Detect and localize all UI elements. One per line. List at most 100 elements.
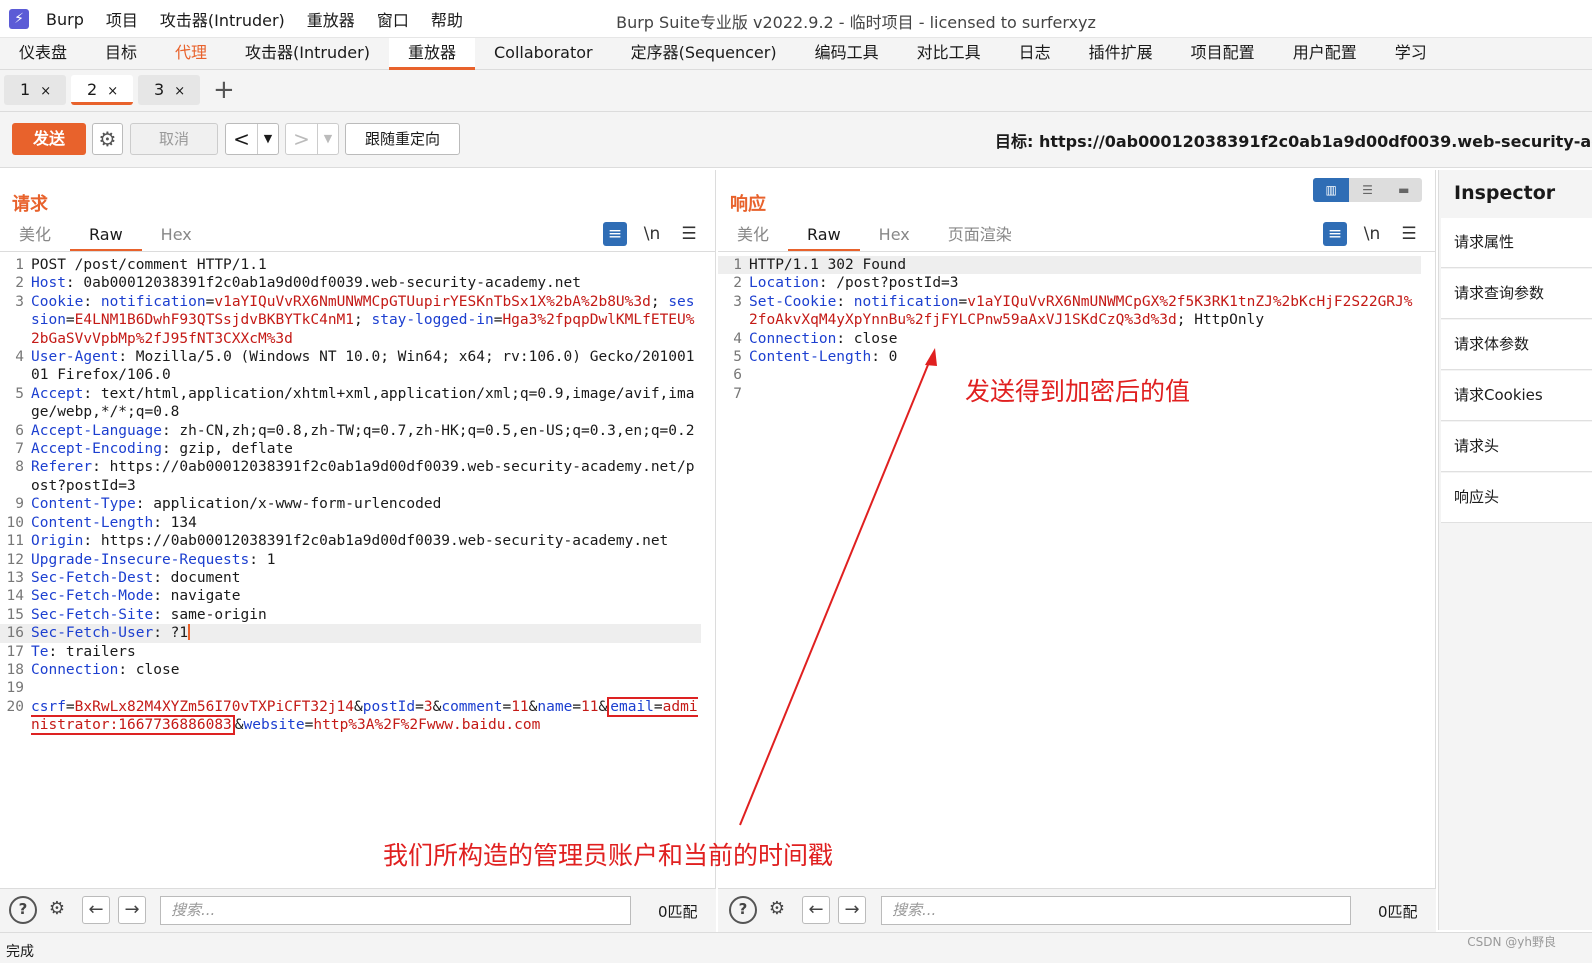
header-key: stay-logged-in [371,312,494,329]
tab-raw[interactable]: Raw [788,222,860,252]
line-number: 17 [6,643,24,660]
tab-extensions[interactable]: 插件扩展 [1070,38,1172,70]
editor-line: 4 Connection: close [718,330,1421,348]
line-number: 5 [15,385,24,402]
line-number: 13 [6,569,24,586]
newline-icon[interactable]: \n [1360,222,1384,246]
text-token: & [598,698,608,715]
text-token: : text/html,application/xhtml+xml,applic… [31,385,695,421]
header-key: Connection [31,661,119,678]
arrow-right-icon[interactable]: → [838,896,866,924]
side-by-side-icon[interactable]: ▥ [1313,178,1350,202]
repeater-tab-3[interactable]: 3 × [138,75,200,105]
search-input[interactable]: 搜索... [881,896,1351,925]
tab-render[interactable]: 页面渲染 [929,222,1031,252]
editor-line: 19 [0,679,701,697]
send-button[interactable]: 发送 [12,123,86,155]
header-key: Te [31,643,49,660]
menu-burp[interactable]: Burp [46,10,84,29]
gear-icon[interactable]: ⚙ [92,123,123,155]
tab-hex[interactable]: Hex [860,222,929,252]
tab-proxy[interactable]: 代理 [156,38,226,70]
inspector-response-headers[interactable]: 响应头 [1441,473,1592,523]
repeater-tab-2[interactable]: 2 × [71,75,133,105]
menu-icon[interactable]: ☰ [677,222,701,246]
arrow-left-icon[interactable]: ← [82,896,110,924]
response-search-bar: ? ⚙ ← → 搜索... 0匹配 [718,888,1436,932]
arrow-right-icon[interactable]: → [118,896,146,924]
close-icon[interactable]: × [40,84,51,99]
repeater-toolbar: 发送 ⚙ 取消 < ▼ > ▼ 跟随重定向 目标: https://0ab00012… [0,112,1592,168]
line-number: 3 [15,293,24,310]
tab-logger[interactable]: 日志 [1000,38,1070,70]
inspector-query-params[interactable]: 请求查询参数 [1441,269,1592,319]
tab-pretty[interactable]: 美化 [718,222,788,252]
follow-redirect-button[interactable]: 跟随重定向 [345,123,460,155]
menu-bar: Burp 项目 攻击器(Intruder) 重放器 窗口 帮助 [46,0,485,38]
word-wrap-icon[interactable]: ≡ [603,222,627,246]
close-icon[interactable]: × [174,84,185,99]
tab-comparer[interactable]: 对比工具 [898,38,1000,70]
history-forward-button[interactable]: > ▼ [285,123,339,155]
help-icon[interactable]: ? [729,896,757,924]
cancel-button[interactable]: 取消 [130,123,218,155]
editor-line: 11 Origin: https://0ab00012038391f2c0ab1a… [0,532,701,550]
header-value: 11 [581,698,599,715]
tab-hex[interactable]: Hex [142,222,211,252]
close-icon[interactable]: × [107,84,118,99]
gear-icon[interactable]: ⚙ [43,896,71,924]
inspector-request-headers[interactable]: 请求头 [1441,422,1592,472]
add-tab-icon[interactable]: + [213,76,235,104]
layout-toggle[interactable]: ▥ ☰ ▬ [1313,178,1422,202]
newline-icon[interactable]: \n [640,222,664,246]
watermark: CSDN @yh野良 [1467,935,1556,949]
editor-line: 2 Location: /post?postId=3 [718,274,1421,292]
response-view-tabs: 美化 Raw Hex 页面渲染 [718,222,1031,252]
inspector-request-attributes[interactable]: 请求属性 [1441,218,1592,268]
chevron-right-icon[interactable]: > [286,124,318,154]
word-wrap-icon[interactable]: ≡ [1323,222,1347,246]
text-token: : https://0ab00012038391f2c0ab1a9d00df00… [31,459,695,494]
menu-help[interactable]: 帮助 [431,7,463,31]
menu-repeater[interactable]: 重放器 [307,7,355,31]
tab-sequencer[interactable]: 定序器(Sequencer) [612,38,796,70]
editor-line: 4 User-Agent: Mozilla/5.0 (Windows NT 10.… [0,348,701,385]
search-input[interactable]: 搜索... [160,896,631,925]
line-number: 1 [733,257,742,273]
dropdown-icon[interactable]: ▼ [318,124,338,154]
tab-dashboard[interactable]: 仪表盘 [0,38,86,70]
tab-raw[interactable]: Raw [70,222,142,252]
menu-window[interactable]: 窗口 [377,7,409,31]
editor-line: 5 Content-Length: 0 [718,348,1421,366]
history-back-button[interactable]: < ▼ [225,123,279,155]
match-count: 0匹配 [658,903,698,921]
gear-icon[interactable]: ⚙ [763,896,791,924]
tab-intruder[interactable]: 攻击器(Intruder) [226,38,389,70]
line-number: 19 [6,680,24,697]
tab-repeater[interactable]: 重放器 [388,38,475,70]
help-icon[interactable]: ? [9,896,37,924]
menu-project[interactable]: 项目 [106,7,138,31]
tab-pretty[interactable]: 美化 [0,222,70,252]
tab-learn[interactable]: 学习 [1376,38,1446,70]
inspector-body-params[interactable]: 请求体参数 [1441,320,1592,370]
arrow-left-icon[interactable]: ← [802,896,830,924]
line-number: 15 [6,606,24,623]
target-url[interactable]: 目标: https://0ab00012038391f2c0ab1a9d00df… [995,128,1592,152]
editor-line: 3 Set-Cookie: notification=v1aYIQuVvRX6Nm… [718,293,1421,330]
menu-intruder[interactable]: 攻击器(Intruder) [160,7,285,31]
tab-collaborator[interactable]: Collaborator [475,38,612,70]
single-pane-icon[interactable]: ▬ [1386,178,1422,202]
menu-icon[interactable]: ☰ [1397,222,1421,246]
dropdown-icon[interactable]: ▼ [258,124,278,154]
stacked-icon[interactable]: ☰ [1349,178,1385,202]
repeater-tab-1[interactable]: 1 × [4,75,66,105]
header-key: name [537,698,573,715]
tab-decoder[interactable]: 编码工具 [796,38,898,70]
tab-user-options[interactable]: 用户配置 [1274,38,1376,70]
tab-project-options[interactable]: 项目配置 [1172,38,1274,70]
chevron-left-icon[interactable]: < [226,124,258,154]
request-editor[interactable]: 1 POST /post/comment HTTP/1.1 2 Host: 0ab00… [0,256,701,736]
inspector-request-cookies[interactable]: 请求Cookies [1441,371,1592,421]
tab-target[interactable]: 目标 [86,38,156,70]
